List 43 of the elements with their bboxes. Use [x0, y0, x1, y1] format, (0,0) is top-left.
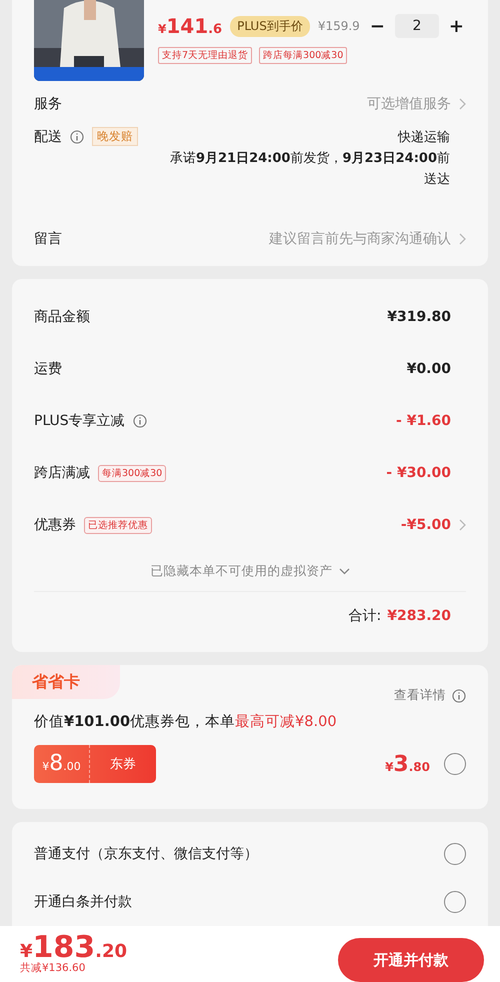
promo-tag: 支持7天无理由退货: [158, 47, 252, 64]
row-amount: ¥319.80: [387, 309, 451, 325]
coupon-ticket: ¥8.00 东券: [34, 745, 156, 783]
product-price: ¥141.6: [158, 14, 222, 38]
row-label: 运费: [34, 360, 62, 378]
row-label: 服务: [34, 95, 62, 113]
info-icon: [452, 688, 466, 702]
row-amount: -¥5.00: [400, 517, 451, 533]
chevron-down-icon: [338, 568, 350, 574]
pay-button[interactable]: 开通并付款: [338, 938, 484, 982]
total-label: 合计:: [348, 607, 382, 625]
info-icon: [70, 130, 84, 144]
chevron-icon: [459, 233, 466, 245]
row-label: 优惠券: [34, 516, 76, 534]
decrease-button[interactable]: −: [368, 16, 387, 36]
payment-option[interactable]: 普通支付（京东支付、微信支付等）: [34, 845, 258, 863]
plus-price-badge: PLUS到手价: [230, 16, 310, 36]
card-description: 价值¥101.00优惠券包，本单最高可减¥8.00: [34, 712, 338, 731]
row-amount: - ¥30.00: [386, 465, 451, 481]
row-label: 留言: [34, 230, 62, 248]
card-price: ¥3.80: [385, 752, 430, 776]
row-label: 配送: [34, 128, 62, 146]
radio-button[interactable]: [444, 753, 466, 775]
radio-button[interactable]: [444, 891, 466, 913]
promo-tag: 跨店每满300减30: [259, 47, 348, 64]
row-amount: ¥0.00: [406, 361, 451, 377]
original-price: ¥159.9: [318, 19, 360, 33]
promo-tag: 每满300减30: [98, 464, 166, 482]
row-label: 商品金额: [34, 308, 90, 326]
increase-button[interactable]: +: [446, 16, 466, 36]
row-amount: - ¥1.60: [396, 413, 451, 429]
payment-option[interactable]: 开通白条并付款: [34, 893, 132, 911]
total-amount: ¥283.20: [387, 608, 451, 624]
delivery-promise: 承诺9月21日24:00前发货，9月23日24:00前送达: [168, 150, 450, 189]
details-link[interactable]: 查看详情: [394, 687, 446, 704]
radio-button[interactable]: [444, 843, 466, 865]
chevron-icon: [459, 98, 466, 110]
promo-tag: 已选推荐优惠: [84, 516, 152, 534]
delivery-method: 快递运输: [396, 129, 450, 147]
quantity-field[interactable]: 2: [394, 14, 439, 38]
row-label: 跨店满减: [34, 464, 90, 482]
row-label: PLUS专享立减: [34, 412, 125, 430]
late-compensation-badge: 晚发赔: [92, 127, 138, 146]
